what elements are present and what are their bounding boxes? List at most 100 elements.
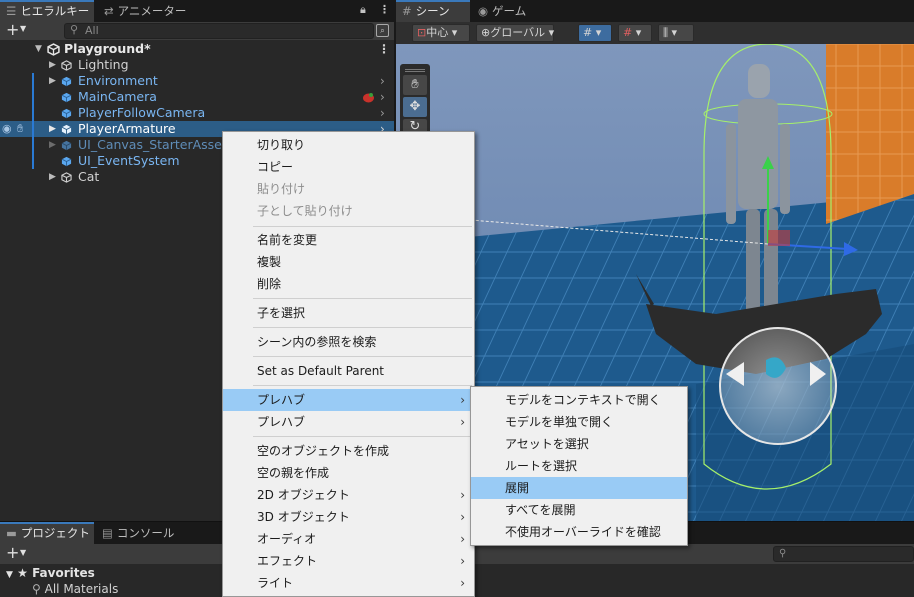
menu-item-paste-as-child[interactable]: 子として貼り付け [223,200,474,222]
menu-item-audio[interactable]: オーディオ › [223,528,474,550]
hierarchy-item-maincamera[interactable]: MainCamera › [0,89,394,105]
submenu-item-select-root[interactable]: ルートを選択 [471,455,687,477]
menu-item-cut[interactable]: 切り取り [223,134,474,156]
submenu-item-check-overrides[interactable]: 不使用オーバーライドを確認 [471,521,687,543]
menu-item-3d-object[interactable]: 3D オブジェクト › [223,506,474,528]
scene-root-row[interactable]: ▼ Playground* ⋮ [0,41,394,57]
menu-item-label: オーディオ [257,532,317,546]
chevron-right-icon[interactable]: › [380,89,385,105]
item-label: Environment [78,73,158,88]
add-icon[interactable]: + [6,543,19,562]
collapse-arrow-icon[interactable]: ▼ [6,570,13,580]
project-search-input[interactable]: ⚲ [773,546,914,562]
hierarchy-item-playerfollowcamera[interactable]: PlayerFollowCamera › [0,105,394,121]
menu-item-light[interactable]: ライト › [223,572,474,594]
menu-item-copy[interactable]: コピー [223,156,474,178]
item-label: UI_EventSystem [78,153,180,168]
menu-separator [253,226,472,227]
expand-arrow-icon[interactable]: ▶ [49,57,56,73]
submenu-item-unpack[interactable]: 展開 [471,477,687,499]
favorites-header[interactable]: ▼ ★ Favorites [6,566,95,580]
menu-separator [253,385,472,386]
menu-item-effects[interactable]: エフェクト › [223,550,474,572]
tab-animator-label: アニメーター [117,4,187,18]
modified-bar [32,73,34,89]
strip-grip-icon[interactable] [405,69,425,72]
menu-item-paste[interactable]: 貼り付け [223,178,474,200]
increment-snap-button[interactable]: # ▾ [618,24,652,42]
submenu-item-open-isolation[interactable]: モデルを単独で開く [471,411,687,433]
scene-grid-icon: # [402,4,412,18]
tab-project[interactable]: ▬ プロジェクト [0,522,94,544]
item-label: UI_Canvas_StarterAsset [78,137,227,152]
move-tool-icon[interactable]: ✥ [403,97,427,117]
submenu-item-unpack-completely[interactable]: すべてを展開 [471,499,687,521]
search-by-type-icon[interactable]: ⌕ [376,24,389,37]
add-icon[interactable]: + [6,20,19,39]
prefab-submenu: モデルをコンテキストで開く モデルを単独で開く アセットを選択 ルートを選択 展… [470,386,688,546]
item-label: Cat [78,169,100,184]
menu-item-select-children[interactable]: 子を選択 [223,302,474,324]
hierarchy-toolbar: + ▼ ⚲ All ⌕ [0,20,394,40]
menu-item-delete[interactable]: 削除 [223,273,474,295]
menu-item-prefab-2[interactable]: プレハブ › [223,411,474,433]
menu-item-duplicate[interactable]: 複製 [223,251,474,273]
chevron-right-icon[interactable]: › [380,73,385,89]
scene-tools-strip: ✋︎ ✥ ↻ [400,64,430,134]
visibility-eye-icon[interactable]: ◉ [2,121,12,137]
pivot-dropdown[interactable]: ⊡中心 ▾ [412,24,470,42]
hierarchy-list-icon: ☰ [6,4,17,18]
chevron-right-icon[interactable]: › [380,105,385,121]
grid-snap-button[interactable]: # ▾ [578,24,612,42]
expand-arrow-icon[interactable]: ▶ [49,73,56,89]
menu-item-label: モデルを単独で開く [505,415,614,429]
item-label: PlayerFollowCamera [78,105,206,120]
menu-item-find-references[interactable]: シーン内の参照を検索 [223,331,474,353]
panel-menu-icon[interactable]: ⋮ [379,3,390,16]
menu-item-prefab[interactable]: プレハブ › [223,389,474,411]
tab-hierarchy-label: ヒエラルキー [20,4,90,18]
menu-item-label: シーン内の参照を検索 [257,335,377,349]
menu-item-label: プレハブ [257,393,306,407]
submenu-item-select-asset[interactable]: アセットを選択 [471,433,687,455]
hierarchy-item-lighting[interactable]: ▶ Lighting [0,57,394,73]
menu-item-set-default-parent[interactable]: Set as Default Parent [223,360,474,382]
tab-scene[interactable]: # シーン [396,0,470,22]
tab-hierarchy[interactable]: ☰ ヒエラルキー [0,0,94,22]
add-dropdown-icon[interactable]: ▼ [20,548,26,557]
hierarchy-search-input[interactable]: ⚲ All [64,23,374,39]
menu-item-label: 複製 [257,255,282,269]
favorite-all-materials[interactable]: ⚲ All Materials [32,582,118,596]
add-dropdown-icon[interactable]: ▼ [20,24,26,33]
lock-icon[interactable]: 🔒︎ [360,3,366,17]
expand-arrow-icon[interactable]: ▶ [49,121,56,137]
hierarchy-item-environment[interactable]: ▶ Environment › [0,73,394,89]
space-dropdown[interactable]: ⊕グローバル ▾ [476,24,554,42]
hand-tool-icon[interactable]: ✋︎ [403,75,427,95]
menu-item-create-empty-parent[interactable]: 空の親を作成 [223,462,474,484]
menu-item-2d-object[interactable]: 2D オブジェクト › [223,484,474,506]
menu-item-label: コピー [257,160,294,174]
submenu-item-open-in-context[interactable]: モデルをコンテキストで開く [471,389,687,411]
context-menu: 切り取り コピー 貼り付け 子として貼り付け 名前を変更 複製 削除 子を選択 … [222,131,475,597]
expand-arrow-icon[interactable]: ▶ [49,169,56,185]
camera-gizmo-icon [363,93,374,103]
menu-item-label: ライト [257,576,294,590]
submenu-arrow-icon: › [460,488,465,502]
item-label: Lighting [78,57,129,72]
menu-item-label: 不使用オーバーライドを確認 [505,525,661,539]
expand-arrow-icon[interactable]: ▶ [49,137,56,153]
tab-animator[interactable]: ⇄ アニメーター [98,0,208,22]
expand-arrow-icon[interactable]: ▼ [35,41,42,57]
tab-game[interactable]: ◉ ゲーム [472,0,542,22]
game-controller-icon: ◉ [478,4,489,18]
menu-item-label: 展開 [505,481,530,495]
tab-console[interactable]: ▤ コンソール [96,522,196,544]
ruler-button[interactable]: ⫼ ▾ [658,24,694,42]
menu-item-label: すべてを展開 [505,503,576,517]
pickable-hand-icon[interactable]: ✋︎ [17,121,23,137]
prefab-icon [61,108,72,119]
menu-item-create-empty[interactable]: 空のオブジェクトを作成 [223,440,474,462]
menu-item-rename[interactable]: 名前を変更 [223,229,474,251]
scene-menu-icon[interactable]: ⋮ [378,41,390,57]
